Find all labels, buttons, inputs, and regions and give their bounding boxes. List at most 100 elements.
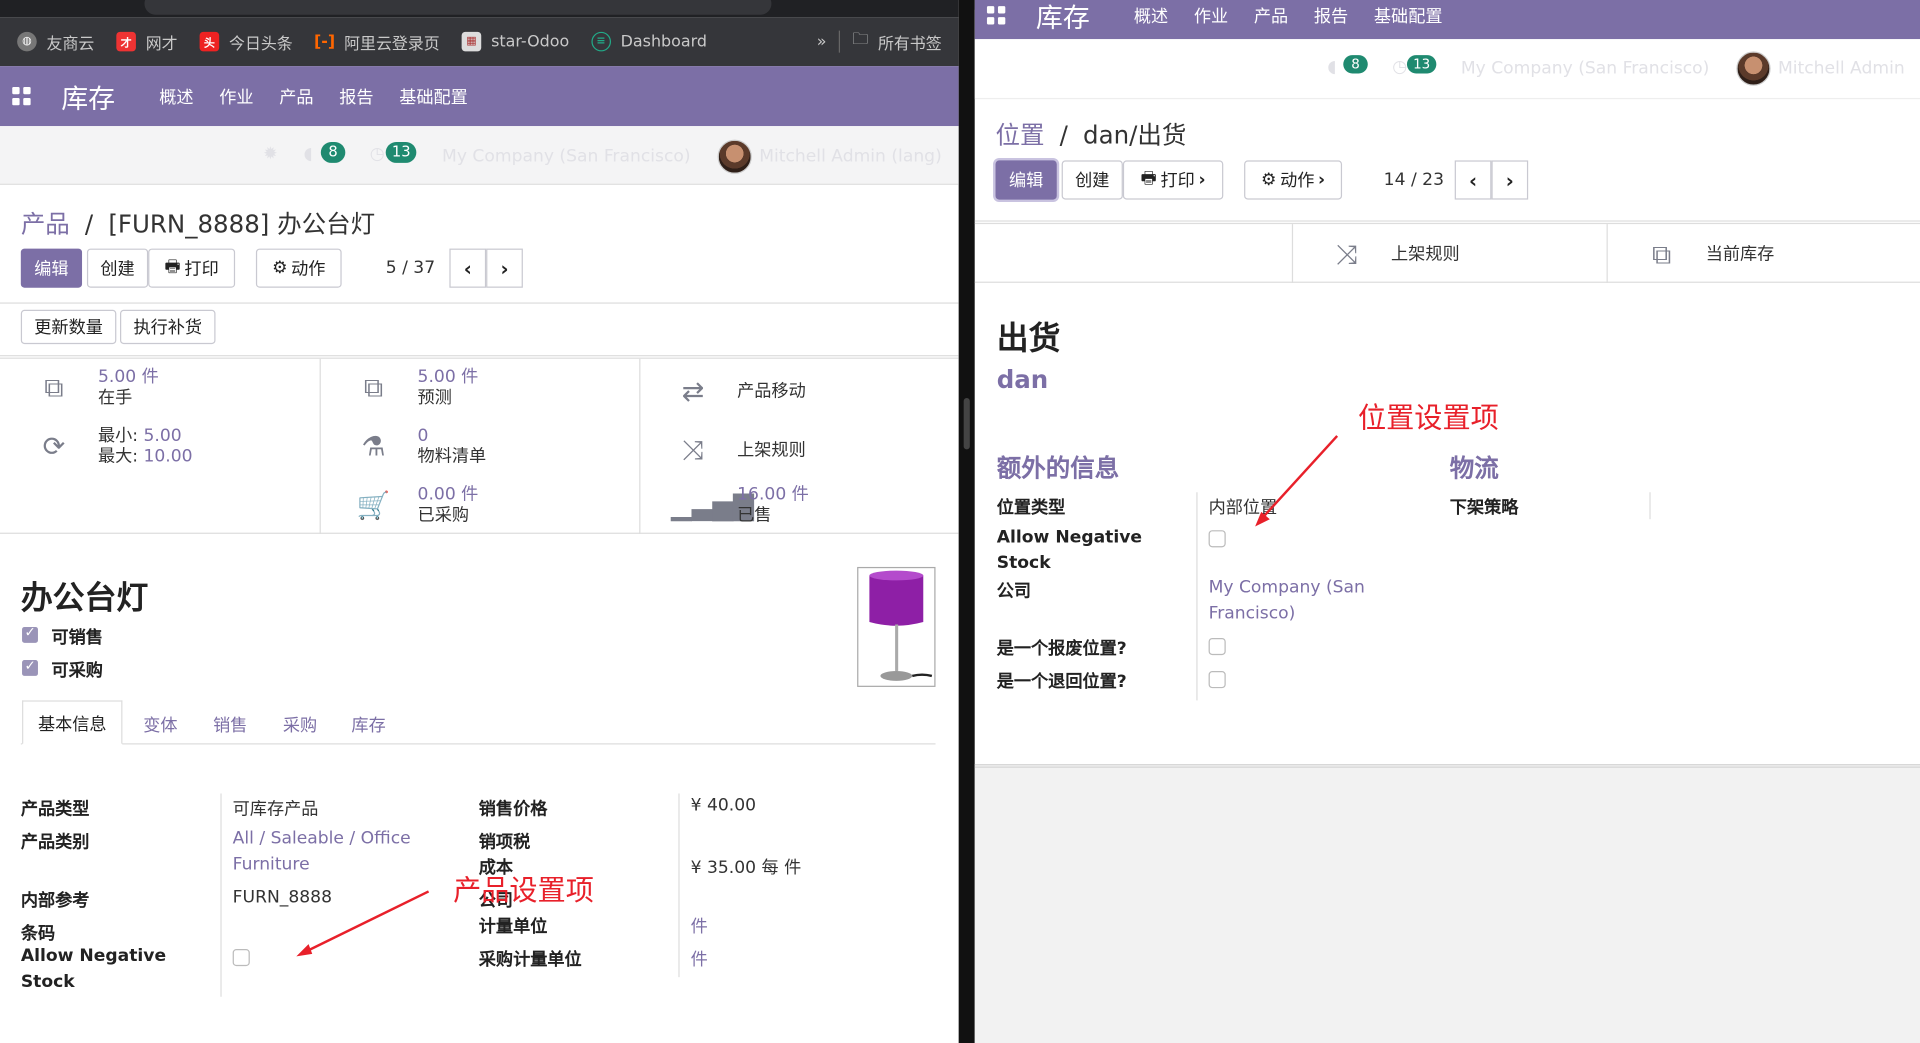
tab-purchase[interactable]: 采购 bbox=[283, 713, 317, 737]
menu-reporting[interactable]: 报告 bbox=[1314, 3, 1348, 27]
clock-icon[interactable]: ◷ bbox=[1392, 58, 1407, 78]
annotation-location-settings: 位置设置项 bbox=[1357, 402, 1499, 435]
avatar[interactable] bbox=[717, 139, 752, 174]
all-bookmarks-button[interactable]: 所有书签 bbox=[878, 30, 942, 53]
app-name[interactable]: 库存 bbox=[61, 77, 115, 116]
product-image[interactable] bbox=[857, 566, 936, 687]
can-be-sold-checkbox[interactable] bbox=[22, 624, 38, 643]
messages-badge[interactable]: 8 bbox=[320, 142, 346, 163]
menu-products[interactable]: 产品 bbox=[279, 84, 313, 108]
replenish-button[interactable]: 执行补货 bbox=[120, 309, 216, 345]
can-be-purchased-checkbox[interactable] bbox=[22, 658, 38, 676]
messages-badge[interactable]: 8 bbox=[1343, 55, 1368, 74]
activities-badge[interactable]: 13 bbox=[385, 142, 417, 163]
product-category-link-line2[interactable]: Furniture bbox=[233, 855, 310, 875]
print-button[interactable]: 🖶 打印 › bbox=[1122, 160, 1224, 200]
tab-inventory[interactable]: 库存 bbox=[351, 713, 385, 737]
scrap-location-checkbox[interactable] bbox=[1208, 637, 1226, 656]
action-button[interactable]: ⚙ 动作 › bbox=[1244, 160, 1343, 200]
odoo-icon: ▦ bbox=[461, 31, 482, 52]
stat-sold[interactable]: ▁▃▅▇ 16.00 件已售 bbox=[671, 485, 809, 527]
apps-menu-icon[interactable] bbox=[986, 5, 1007, 26]
stat-forecast[interactable]: ⧉ 5.00 件预测 bbox=[351, 367, 478, 409]
bookmark-youshangyun[interactable]: ◍ 友商云 bbox=[17, 30, 94, 53]
bookmark-aliyun[interactable]: [-] 阿里云登录页 bbox=[314, 30, 440, 53]
company-label: 公司 bbox=[996, 581, 1032, 602]
menu-configuration[interactable]: 基础配置 bbox=[1374, 3, 1443, 27]
return-location-checkbox[interactable] bbox=[1208, 671, 1226, 689]
exchange-icon: ⇄ bbox=[681, 377, 705, 408]
bookmark-dashboard[interactable]: ≡ Dashboard bbox=[591, 31, 707, 52]
bookmarks-overflow-button[interactable]: » bbox=[817, 32, 827, 50]
menu-operations[interactable]: 作业 bbox=[219, 84, 253, 108]
cubes-icon: ⧉ bbox=[1652, 240, 1672, 271]
allow-negative-stock-checkbox[interactable] bbox=[1208, 530, 1226, 548]
menu-overview[interactable]: 概述 bbox=[1134, 3, 1168, 27]
pager-next-button[interactable]: › bbox=[1491, 160, 1529, 200]
annotation-arrow-left bbox=[296, 890, 430, 957]
breadcrumb-locations[interactable]: 位置 bbox=[996, 120, 1045, 149]
stat-current-stock[interactable]: ⧉ 当前库存 bbox=[1640, 240, 1774, 271]
annotation-product-settings: 产品设置项 bbox=[453, 875, 594, 908]
tab-sales[interactable]: 销售 bbox=[213, 713, 247, 737]
stat-purchased[interactable]: 🛒 0.00 件已采购 bbox=[351, 485, 479, 527]
app-name[interactable]: 库存 bbox=[1036, 0, 1090, 35]
company-switcher[interactable]: My Company (San Francisco) bbox=[1461, 59, 1710, 79]
odoo-navbar: 库存 概述 作业 产品 报告 基础配置 bbox=[0, 66, 959, 127]
menu-overview[interactable]: 概述 bbox=[159, 84, 193, 108]
chat-icon[interactable]: ◖ bbox=[304, 144, 313, 164]
uom-link[interactable]: 件 bbox=[691, 913, 708, 937]
menu-configuration[interactable]: 基础配置 bbox=[399, 84, 468, 108]
menu-operations[interactable]: 作业 bbox=[1194, 3, 1228, 27]
activities-badge[interactable]: 13 bbox=[1406, 55, 1437, 74]
stat-putaway[interactable]: ⤨ 上架规则 bbox=[671, 436, 805, 467]
create-button[interactable]: 创建 bbox=[1061, 160, 1123, 200]
tab-general-info[interactable]: 基本信息 bbox=[22, 700, 123, 745]
action-button[interactable]: ⚙ 动作 bbox=[255, 248, 342, 288]
purchase-uom-link[interactable]: 件 bbox=[691, 947, 708, 971]
product-category-link[interactable]: All / Saleable / Office bbox=[233, 829, 411, 849]
bookmark-wangcai[interactable]: 才网才 bbox=[116, 30, 178, 53]
update-quantity-button[interactable]: 更新数量 bbox=[20, 309, 117, 345]
apps-menu-icon[interactable] bbox=[12, 86, 32, 106]
product-title: 办公台灯 bbox=[20, 580, 149, 618]
clock-icon[interactable]: ◷ bbox=[370, 144, 385, 164]
random-icon: ⤨ bbox=[1336, 240, 1358, 271]
user-menu[interactable]: Mitchell Admin bbox=[1778, 59, 1905, 79]
menu-reporting[interactable]: 报告 bbox=[339, 84, 373, 108]
parent-location[interactable]: dan bbox=[997, 365, 1049, 394]
toutiao-icon: 头 bbox=[199, 31, 220, 52]
stat-putaway-rules[interactable]: ⤨ 上架规则 bbox=[1325, 240, 1459, 271]
pager-value[interactable]: 5 / 37 bbox=[386, 258, 435, 278]
split-divider[interactable] bbox=[958, 0, 975, 1043]
bug-icon[interactable]: ✹ bbox=[263, 144, 277, 164]
edit-button[interactable]: 编辑 bbox=[20, 248, 83, 288]
pager-value[interactable]: 14 / 23 bbox=[1384, 170, 1444, 190]
avatar[interactable] bbox=[1736, 51, 1771, 86]
screen: ◍ 友商云 才网才 头今日头条 [-] 阿里云登录页 ▦ star-Odoo ≡ Das… bbox=[0, 0, 1920, 1043]
print-button[interactable]: 🖶 打印 bbox=[148, 248, 236, 288]
company-switcher[interactable]: My Company (San Francisco) bbox=[442, 147, 691, 167]
section-logistics: 物流 bbox=[1449, 453, 1499, 483]
stat-bom[interactable]: ⚗ 0 物料清单 bbox=[351, 426, 486, 468]
stat-reordering[interactable]: ⟳ 最小: 5.00 最大: 10.00 bbox=[32, 426, 193, 468]
tab-variants[interactable]: 变体 bbox=[143, 713, 177, 737]
company-link-line2[interactable]: Francisco) bbox=[1209, 604, 1296, 624]
chat-icon[interactable]: ◖ bbox=[1327, 58, 1336, 78]
bookmark-star-odoo[interactable]: ▦ star-Odoo bbox=[461, 31, 569, 52]
allow-negative-stock-checkbox[interactable] bbox=[232, 948, 250, 967]
pager-previous-button[interactable]: ‹ bbox=[1454, 160, 1492, 200]
pager-next-button[interactable]: › bbox=[486, 248, 523, 288]
pager-previous-button[interactable]: ‹ bbox=[449, 248, 487, 288]
stat-on-hand[interactable]: ⧉ 5.00 件在手 bbox=[32, 367, 158, 409]
create-button[interactable]: 创建 bbox=[86, 248, 149, 288]
bookmark-toutiao[interactable]: 头今日头条 bbox=[199, 30, 293, 53]
stat-product-moves[interactable]: ⇄ 产品移动 bbox=[671, 377, 806, 408]
breadcrumb-products[interactable]: 产品 bbox=[21, 209, 70, 238]
company-link[interactable]: My Company (San bbox=[1209, 578, 1365, 598]
browser-tab-strip bbox=[0, 0, 959, 18]
printer-icon: 🖶 bbox=[164, 257, 181, 277]
user-menu[interactable]: Mitchell Admin (lang) bbox=[759, 147, 942, 167]
edit-button[interactable]: 编辑 bbox=[995, 160, 1057, 200]
menu-products[interactable]: 产品 bbox=[1254, 3, 1288, 27]
